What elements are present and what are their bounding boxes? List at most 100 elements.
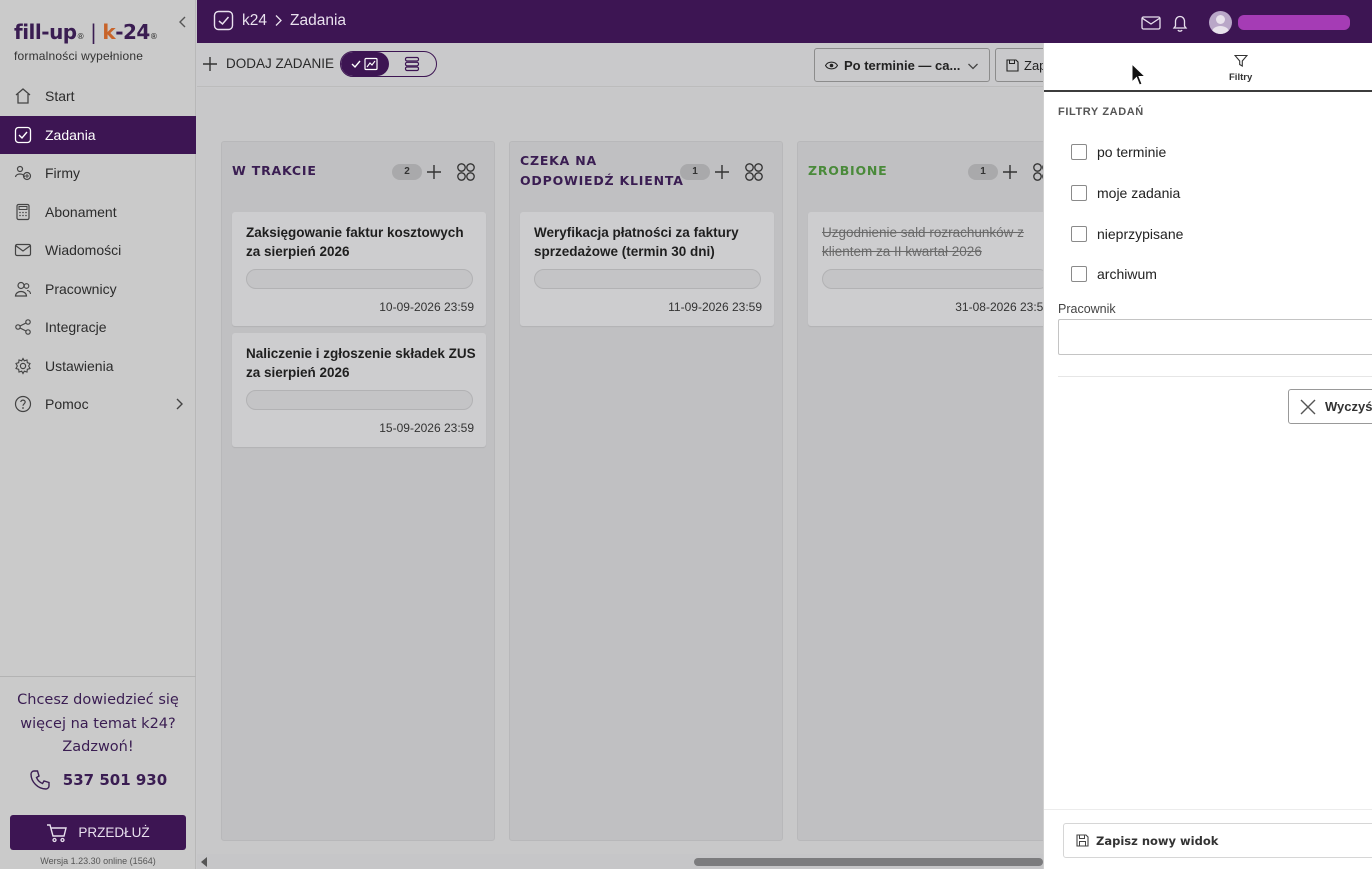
add-card-icon[interactable] bbox=[1002, 164, 1018, 180]
companies-icon bbox=[14, 164, 32, 182]
tab-filtry[interactable]: Filtry bbox=[1044, 43, 1372, 92]
sidebar-item-wiadomosci[interactable]: Wiadomości bbox=[0, 231, 196, 270]
sidebar-item-firmy[interactable]: Firmy bbox=[0, 154, 196, 193]
filter-icon bbox=[1234, 54, 1248, 68]
sidebar-item-ustawienia[interactable]: Ustawienia bbox=[0, 347, 196, 386]
column-count-badge: 1 bbox=[680, 164, 710, 180]
logo-fillup: fill-up bbox=[14, 20, 77, 44]
add-card-icon[interactable] bbox=[714, 164, 730, 180]
filter-po-terminie[interactable]: po terminie bbox=[1071, 144, 1166, 160]
column-title: W TRAKCIE bbox=[232, 163, 317, 178]
task-due-date: 31-08-2026 23:59 bbox=[955, 300, 1050, 314]
sidebar-contact: Chcesz dowiedzieć się więcej na temat k2… bbox=[0, 676, 196, 869]
board-view-icon bbox=[350, 57, 380, 71]
sidebar-item-abonament[interactable]: Abonament bbox=[0, 193, 196, 232]
scrollbar-thumb[interactable] bbox=[694, 858, 1043, 866]
save-new-view-button[interactable]: Zapisz nowy widok bbox=[1063, 823, 1372, 858]
mail-icon[interactable] bbox=[1141, 13, 1161, 33]
column-header: W TRAKCIE 2 bbox=[222, 142, 494, 206]
task-card[interactable]: Naliczenie i zgłoszenie składek ZUS za s… bbox=[232, 333, 486, 447]
task-due-date: 10-09-2026 23:59 bbox=[379, 300, 474, 314]
sidebar-item-zadania[interactable]: Zadania bbox=[0, 115, 196, 154]
task-title: Uzgodnienie sald rozrachunków z klientem… bbox=[822, 225, 1024, 259]
sidebar-item-integracje[interactable]: Integracje bbox=[0, 308, 196, 347]
collapse-sidebar-button[interactable] bbox=[176, 14, 190, 30]
employee-field[interactable] bbox=[1058, 319, 1372, 355]
column-zrobione: ZROBIONE 1 Uzgodnienie sald rozrachunków… bbox=[797, 141, 1071, 841]
view-toggle[interactable] bbox=[340, 51, 437, 77]
breadcrumb-root[interactable]: k24 bbox=[242, 12, 267, 30]
avatar[interactable] bbox=[1209, 11, 1232, 34]
board-view-toggle[interactable] bbox=[341, 52, 389, 76]
sidebar-item-pomoc[interactable]: Pomoc bbox=[0, 385, 196, 424]
sidebar-item-label: Pomoc bbox=[45, 396, 89, 413]
column-count-badge: 2 bbox=[392, 164, 422, 180]
sidebar-item-label: Ustawienia bbox=[45, 357, 114, 374]
add-card-icon[interactable] bbox=[426, 164, 442, 180]
add-task-button[interactable]: DODAJ ZADANIE bbox=[203, 56, 334, 71]
floppy-icon bbox=[1076, 834, 1089, 847]
top-bar: k24 Zadania bbox=[197, 0, 1372, 43]
plus-icon bbox=[203, 56, 217, 71]
sidebar-item-label: Integracje bbox=[45, 319, 107, 336]
board-horizontal-scrollbar[interactable] bbox=[197, 854, 1043, 869]
filter-archiwum[interactable]: archiwum bbox=[1071, 266, 1157, 282]
column-grid-icon[interactable] bbox=[744, 162, 764, 182]
sidebar-item-label: Pracownicy bbox=[45, 280, 117, 297]
task-due-date: 15-09-2026 23:59 bbox=[379, 421, 474, 435]
sidebar-item-start[interactable]: Start bbox=[0, 77, 196, 116]
column-grid-icon[interactable] bbox=[456, 162, 476, 182]
add-task-label: DODAJ ZADANIE bbox=[226, 56, 335, 71]
checkbox[interactable] bbox=[1071, 185, 1087, 201]
checkbox-label: archiwum bbox=[1097, 266, 1157, 282]
panel-footer: Zapisz nowy widok bbox=[1044, 809, 1372, 869]
task-card[interactable]: Uzgodnienie sald rozrachunków z klientem… bbox=[808, 212, 1062, 326]
filter-moje-zadania[interactable]: moje zadania bbox=[1071, 185, 1180, 201]
promo-text: Chcesz dowiedzieć się więcej na temat k2… bbox=[17, 692, 179, 755]
column-header: CZEKA NA ODPOWIEDŹ KLIENTA 1 bbox=[510, 142, 782, 206]
column-title: ZROBIONE bbox=[808, 163, 888, 178]
kanban-board: W TRAKCIE 2 Zaksięgowanie faktur kosztow… bbox=[197, 88, 1071, 854]
task-title: Weryfikacja płatności za faktury sprzeda… bbox=[534, 225, 739, 259]
sort-view-value: Po terminie — ca... bbox=[844, 57, 961, 73]
save-new-view-label: Zapisz nowy widok bbox=[1096, 833, 1219, 848]
breadcrumb: k24 Zadania bbox=[213, 10, 346, 31]
sidebar-item-label: Wiadomości bbox=[45, 242, 122, 259]
checkbox[interactable] bbox=[1071, 144, 1087, 160]
eye-icon bbox=[825, 59, 838, 72]
task-card[interactable]: Zaksięgowanie faktur kosztowych za sierp… bbox=[232, 212, 486, 326]
sidebar-item-label: Abonament bbox=[45, 203, 117, 220]
floppy-icon bbox=[1006, 58, 1019, 72]
checkbox-icon bbox=[14, 126, 32, 144]
clear-filters-label: Wyczyś bbox=[1325, 399, 1372, 414]
renew-button[interactable]: PRZEDŁUŻ bbox=[10, 815, 186, 850]
bell-icon[interactable] bbox=[1170, 13, 1190, 33]
logo-k24: k-24 bbox=[102, 20, 150, 44]
chevron-down-icon bbox=[967, 60, 979, 72]
checkbox[interactable] bbox=[1071, 226, 1087, 242]
board-toolbar: DODAJ ZADANIE Po terminie — ca... Zap bbox=[197, 43, 1055, 87]
clear-filters-button[interactable]: Wyczyś bbox=[1288, 389, 1372, 424]
task-progress-pill bbox=[246, 269, 473, 289]
sidebar-item-label: Zadania bbox=[45, 126, 96, 143]
gear-icon bbox=[14, 357, 32, 375]
checkbox[interactable] bbox=[1071, 266, 1087, 282]
sort-view-select[interactable]: Po terminie — ca... bbox=[814, 48, 990, 82]
user-name-redacted[interactable] bbox=[1238, 15, 1350, 30]
scroll-left-arrow[interactable] bbox=[201, 857, 207, 867]
list-view-toggle[interactable] bbox=[389, 52, 437, 76]
column-count-badge: 1 bbox=[968, 164, 998, 180]
tagline: formalności wypełnione bbox=[14, 49, 144, 63]
task-card[interactable]: Weryfikacja płatności za faktury sprzeda… bbox=[520, 212, 774, 326]
sidebar-item-label: Start bbox=[45, 88, 75, 105]
column-czeka-na-odpowiedz: CZEKA NA ODPOWIEDŹ KLIENTA 1 Weryfikacja… bbox=[509, 141, 783, 841]
chevron-right-icon bbox=[174, 397, 184, 411]
task-progress-pill bbox=[822, 269, 1049, 289]
filter-nieprzypisane[interactable]: nieprzypisane bbox=[1071, 226, 1183, 242]
phone-number[interactable]: 537 501 930 bbox=[0, 769, 196, 791]
mouse-cursor-icon bbox=[1131, 63, 1147, 87]
sidebar-item-pracownicy[interactable]: Pracownicy bbox=[0, 270, 196, 309]
mail-icon bbox=[14, 241, 32, 259]
calculator-icon bbox=[14, 203, 32, 221]
users-icon bbox=[14, 280, 32, 298]
